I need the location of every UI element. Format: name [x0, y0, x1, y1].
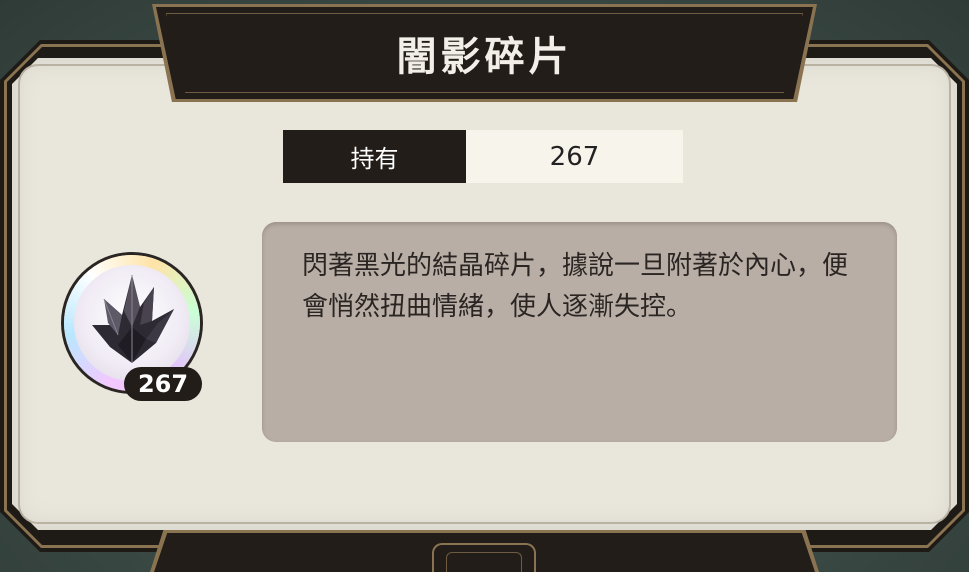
item-icon-face — [74, 265, 190, 381]
item-description: 閃著黑光的結晶碎片，據說一旦附著於內心，便會悄然扭曲情緒，使人逐漸失控。 — [302, 251, 849, 322]
dialog-title: 闇影碎片 — [396, 34, 573, 80]
item-count-badge: 267 — [124, 367, 202, 401]
holding-label: 持有 — [283, 130, 466, 183]
bottom-ornament-inner — [446, 552, 522, 572]
holding-value: 267 — [466, 130, 683, 183]
crystal-shard-graphic — [92, 275, 174, 363]
